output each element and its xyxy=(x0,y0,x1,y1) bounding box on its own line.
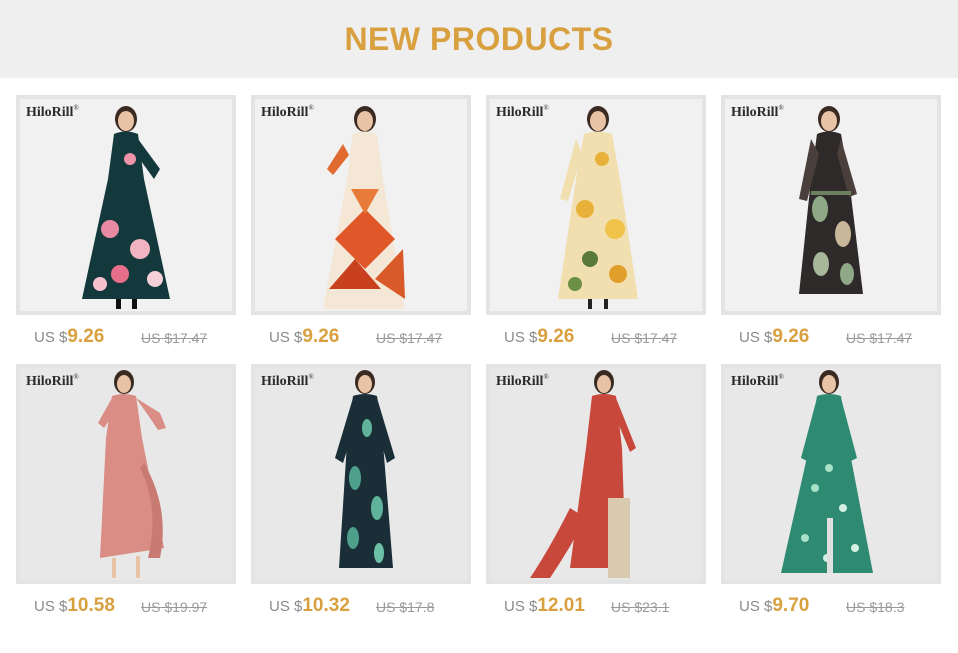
dress-illustration xyxy=(82,106,170,309)
product-image-frame[interactable]: HiloRill® xyxy=(721,364,941,584)
price-row: US $ 12.01 US $23.1 xyxy=(504,595,669,619)
brand-logo: HiloRill® xyxy=(731,373,784,389)
product-photo[interactable]: HiloRill® xyxy=(255,99,467,311)
price-row: US $ 9.26 US $17.47 xyxy=(504,326,677,350)
dress-illustration xyxy=(558,106,638,309)
product-image-frame[interactable]: HiloRill® xyxy=(486,364,706,584)
currency-label: US $ xyxy=(269,598,303,615)
product-photo[interactable]: HiloRill® xyxy=(725,368,937,580)
product-image-frame[interactable]: HiloRill® xyxy=(251,364,471,584)
sale-price: 9.26 xyxy=(537,326,575,347)
product-photo[interactable]: HiloRill® xyxy=(725,99,937,311)
original-price: US $18.3 xyxy=(846,599,905,615)
dress-illustration xyxy=(781,370,873,573)
dress-illustration xyxy=(530,370,636,578)
brand-logo: HiloRill® xyxy=(26,373,79,389)
brand-logo: HiloRill® xyxy=(26,104,79,120)
product-photo[interactable]: HiloRill® xyxy=(490,99,702,311)
currency-label: US $ xyxy=(504,329,538,346)
product-image-frame[interactable]: HiloRill® xyxy=(251,95,471,315)
section-header: NEW PRODUCTS xyxy=(0,0,958,78)
dress-illustration xyxy=(799,106,863,294)
price-row: US $ 9.70 US $18.3 xyxy=(739,595,904,619)
product-card[interactable]: HiloRill® US $ 10.32 US $17.8 xyxy=(251,364,471,616)
dress-illustration xyxy=(323,106,405,309)
product-card[interactable]: HiloRill® US $ 9.26 US $17.47 xyxy=(486,95,706,347)
product-photo[interactable]: HiloRill® xyxy=(20,368,232,580)
dress-illustration xyxy=(98,370,166,578)
product-card[interactable]: HiloRill® US $ 9.26 US $17.47 xyxy=(251,95,471,347)
product-image-frame[interactable]: HiloRill® xyxy=(16,364,236,584)
product-card[interactable]: HiloRill® US $ 10.58 US $19.97 xyxy=(16,364,236,616)
product-card[interactable]: HiloRill® US $ 12.01 US $23.1 xyxy=(486,364,706,616)
original-price: US $17.47 xyxy=(846,330,913,346)
currency-label: US $ xyxy=(504,598,538,615)
price-row: US $ 9.26 US $17.47 xyxy=(269,326,442,350)
brand-logo: HiloRill® xyxy=(496,104,549,120)
original-price: US $23.1 xyxy=(611,599,670,615)
product-card[interactable]: HiloRill® US $ 9.70 US $18.3 xyxy=(721,364,941,616)
original-price: US $17.47 xyxy=(611,330,678,346)
sale-price: 9.26 xyxy=(772,326,810,347)
product-card[interactable]: HiloRill® US $ 9.26 US $17.47 xyxy=(721,95,941,347)
dress-illustration xyxy=(335,370,395,568)
product-image-frame[interactable]: HiloRill® xyxy=(16,95,236,315)
currency-label: US $ xyxy=(269,329,303,346)
sale-price: 9.26 xyxy=(67,326,105,347)
sale-price: 10.32 xyxy=(302,595,350,616)
original-price: US $17.47 xyxy=(141,330,208,346)
sale-price: 10.58 xyxy=(67,595,115,616)
section-title: NEW PRODUCTS xyxy=(344,20,614,57)
price-row: US $ 10.32 US $17.8 xyxy=(269,595,434,619)
product-photo[interactable]: HiloRill® xyxy=(490,368,702,580)
currency-label: US $ xyxy=(34,598,68,615)
brand-logo: HiloRill® xyxy=(731,104,784,120)
brand-logo: HiloRill® xyxy=(496,373,549,389)
sale-price: 12.01 xyxy=(537,595,585,616)
original-price: US $17.8 xyxy=(376,599,435,615)
product-image-frame[interactable]: HiloRill® xyxy=(721,95,941,315)
product-card[interactable]: HiloRill® US $ 9.26 US $17.47 xyxy=(16,95,236,347)
price-row: US $ 10.58 US $19.97 xyxy=(34,595,207,619)
product-photo[interactable]: HiloRill® xyxy=(255,368,467,580)
product-photo[interactable]: HiloRill® xyxy=(20,99,232,311)
currency-label: US $ xyxy=(739,329,773,346)
brand-logo: HiloRill® xyxy=(261,373,314,389)
price-row: US $ 9.26 US $17.47 xyxy=(34,326,207,350)
sale-price: 9.70 xyxy=(772,595,810,616)
original-price: US $17.47 xyxy=(376,330,443,346)
currency-label: US $ xyxy=(739,598,773,615)
original-price: US $19.97 xyxy=(141,599,208,615)
brand-logo: HiloRill® xyxy=(261,104,314,120)
currency-label: US $ xyxy=(34,329,68,346)
product-image-frame[interactable]: HiloRill® xyxy=(486,95,706,315)
price-row: US $ 9.26 US $17.47 xyxy=(739,326,912,350)
sale-price: 9.26 xyxy=(302,326,340,347)
